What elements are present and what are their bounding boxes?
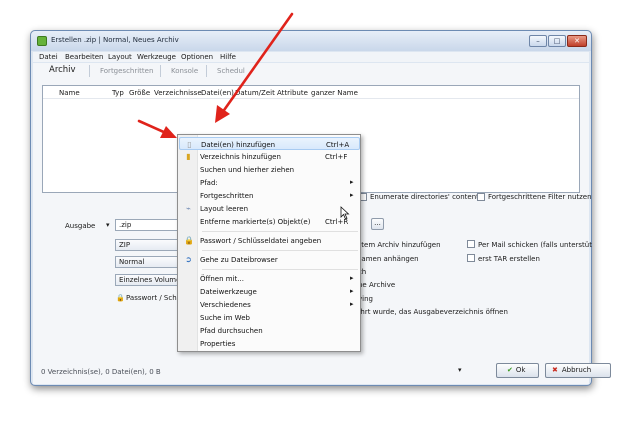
annotation-arrows [137, 12, 294, 138]
annotation-arrow-left [137, 119, 177, 138]
annotation-arrow-top [215, 12, 294, 123]
